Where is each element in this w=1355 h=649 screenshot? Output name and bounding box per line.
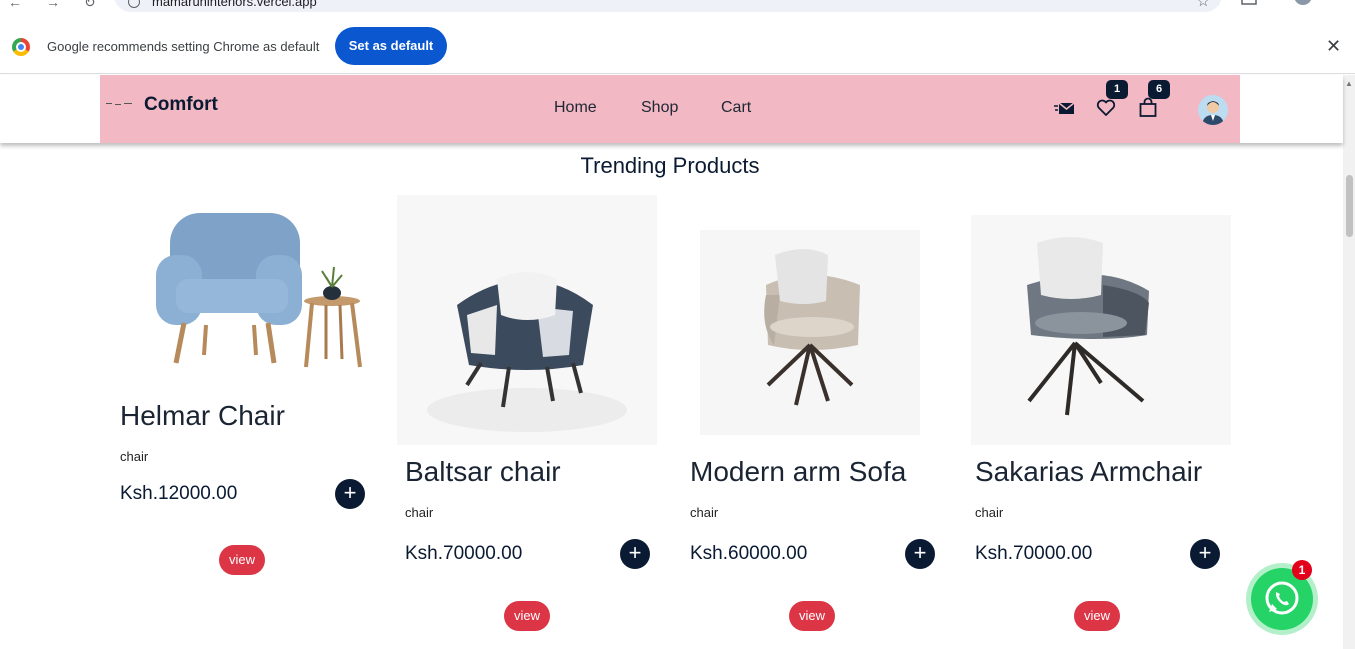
product-image[interactable] <box>700 195 960 445</box>
wishlist-count-badge: 1 <box>1106 80 1128 99</box>
forward-icon[interactable]: → <box>46 0 60 10</box>
site-info-icon[interactable] <box>128 0 140 8</box>
address-bar[interactable]: mamaruninteriors.vercel.app ☆ <box>114 0 1222 12</box>
nav-cart-link[interactable]: Cart <box>721 99 751 117</box>
chair-image-icon <box>971 215 1231 445</box>
chair-image-icon <box>700 230 920 435</box>
url-text[interactable]: mamaruninteriors.vercel.app <box>152 0 317 9</box>
whatsapp-notification-badge: 1 <box>1292 560 1312 580</box>
brand-logo-icon[interactable] <box>106 103 132 107</box>
section-title: Trending Products <box>580 153 760 178</box>
cart-count-badge: 6 <box>1148 80 1170 99</box>
product-name[interactable]: Baltsar chair <box>405 456 675 488</box>
product-name[interactable]: Helmar Chair <box>120 400 390 432</box>
back-icon[interactable]: ← <box>8 0 22 10</box>
price-row: Ksh.70000.00 + <box>975 539 1245 569</box>
scroll-up-arrow-icon[interactable]: ▲ <box>1345 79 1353 88</box>
infobar-message: Google recommends setting Chrome as defa… <box>47 39 320 54</box>
add-to-cart-button[interactable]: + <box>1190 539 1220 569</box>
tab-search-icon[interactable] <box>1240 0 1258 6</box>
product-image[interactable] <box>120 195 380 395</box>
reload-icon[interactable]: ↻ <box>84 0 96 11</box>
menu-dots-icon[interactable] <box>1332 0 1340 6</box>
bookmark-star-icon[interactable]: ☆ <box>1197 0 1210 10</box>
product-price: Ksh.70000.00 <box>405 543 523 564</box>
heart-icon[interactable] <box>1095 97 1117 119</box>
product-price: Ksh.70000.00 <box>975 543 1093 564</box>
product-price: Ksh.60000.00 <box>690 543 808 564</box>
avatar-icon <box>1202 101 1224 125</box>
product-card: Modern arm Sofa chair Ksh.60000.00 + vie… <box>690 195 960 631</box>
add-to-cart-button[interactable]: + <box>620 539 650 569</box>
view-button[interactable]: view <box>219 545 265 575</box>
chair-image-icon <box>397 195 657 445</box>
set-as-default-button[interactable]: Set as default <box>335 27 447 65</box>
nav-home-link[interactable]: Home <box>554 99 597 117</box>
close-icon[interactable]: ✕ <box>1326 36 1341 57</box>
browser-toolbar: ← → ↻ mamaruninteriors.vercel.app ☆ <box>0 0 1355 18</box>
profile-icon[interactable] <box>1292 0 1314 6</box>
product-card: Sakarias Armchair chair Ksh.70000.00 + v… <box>971 195 1245 631</box>
product-image[interactable] <box>397 195 657 445</box>
view-button[interactable]: view <box>504 601 550 631</box>
product-price: Ksh.12000.00 <box>120 483 238 504</box>
price-row: Ksh.60000.00 + <box>690 539 960 569</box>
product-category: chair <box>120 449 149 464</box>
product-category: chair <box>690 505 719 520</box>
price-row: Ksh.70000.00 + <box>405 539 675 569</box>
nav-shop-link[interactable]: Shop <box>641 99 678 117</box>
default-browser-infobar: Google recommends setting Chrome as defa… <box>0 18 1355 74</box>
product-card: Baltsar chair chair Ksh.70000.00 + view <box>397 195 675 631</box>
chrome-logo-icon <box>12 38 30 56</box>
add-to-cart-button[interactable]: + <box>905 539 935 569</box>
product-image[interactable] <box>971 195 1231 445</box>
price-row: Ksh.12000.00 + <box>120 479 390 509</box>
page-scrollbar[interactable]: ▲ <box>1343 75 1355 649</box>
scrollbar-thumb[interactable] <box>1346 175 1353 237</box>
user-avatar[interactable] <box>1198 95 1228 125</box>
add-to-cart-button[interactable]: + <box>335 479 365 509</box>
product-category: chair <box>975 505 1004 520</box>
product-name[interactable]: Modern arm Sofa <box>690 456 960 488</box>
view-button[interactable]: view <box>789 601 835 631</box>
mail-icon[interactable] <box>1054 97 1076 119</box>
product-category: chair <box>405 505 434 520</box>
brand-name[interactable]: Comfort <box>144 94 218 116</box>
view-button[interactable]: view <box>1074 601 1120 631</box>
product-name[interactable]: Sakarias Armchair <box>975 456 1245 488</box>
site-header: Comfort Home Shop Cart 1 6 <box>100 75 1240 143</box>
armchair-image-icon <box>156 213 362 368</box>
shopping-bag-icon[interactable] <box>1137 97 1159 119</box>
product-card: Helmar Chair chair Ksh.12000.00 + view <box>120 195 390 575</box>
